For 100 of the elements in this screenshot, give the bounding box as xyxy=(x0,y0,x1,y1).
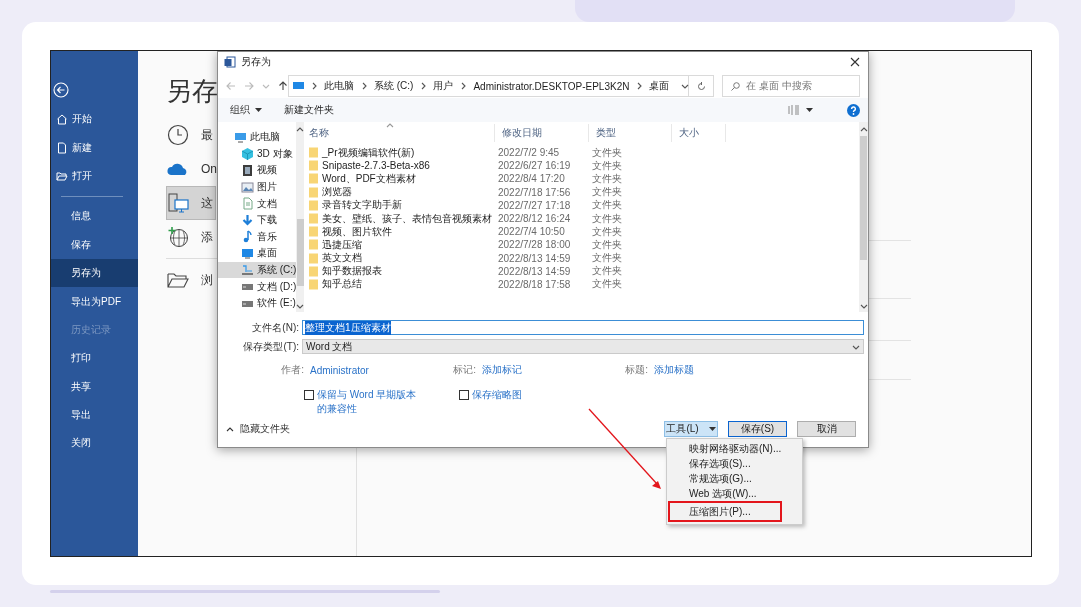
checkbox[interactable] xyxy=(304,390,314,400)
tree-item[interactable]: 音乐 xyxy=(218,228,297,246)
file-name[interactable]: 录音转文字助手新 xyxy=(302,198,495,213)
column-header[interactable]: 修改日期 xyxy=(495,124,589,142)
help-icon[interactable] xyxy=(847,103,860,117)
file-name[interactable]: 知乎总结 xyxy=(302,277,495,292)
menu-item[interactable]: Web 选项(W)... xyxy=(668,486,782,501)
save-button[interactable]: 保存(S) xyxy=(728,421,787,437)
open-icon xyxy=(56,169,68,182)
close-icon[interactable] xyxy=(850,57,860,67)
up-arrow-icon[interactable] xyxy=(278,81,288,91)
folder-icon xyxy=(309,278,318,290)
file-name[interactable]: Word、PDF文档素材 xyxy=(302,171,495,186)
location-item[interactable]: 这 xyxy=(166,186,216,220)
sidebar-item[interactable]: 打印 xyxy=(51,344,138,373)
folder-icon xyxy=(309,173,318,185)
field-label: 作者: xyxy=(281,364,304,375)
file-type-dropdown[interactable]: Word 文档 xyxy=(302,339,864,354)
breadcrumb[interactable]: 系统 (C:) xyxy=(374,79,414,93)
sidebar-item[interactable]: 保存 xyxy=(51,230,138,259)
caret-icon xyxy=(708,427,716,431)
link[interactable]: Administrator xyxy=(310,364,369,376)
file-type: 文件夹 xyxy=(591,158,623,173)
search-icon xyxy=(731,81,740,91)
video-icon xyxy=(241,164,254,177)
caret-icon[interactable] xyxy=(806,108,813,112)
tree-item[interactable]: 系统 (C:) xyxy=(218,261,297,279)
chevron-down-icon xyxy=(859,302,868,310)
new-folder-button[interactable]: 新建文件夹 xyxy=(284,103,334,117)
column-header[interactable]: 类型 xyxy=(589,124,672,142)
tree-item[interactable]: 3D 对象 xyxy=(218,145,297,163)
breadcrumb[interactable]: Administrator.DESKTOP-EPL3K2N xyxy=(473,80,630,92)
file-name[interactable]: Snipaste-2.7.3-Beta-x86 xyxy=(302,160,495,172)
refresh-button[interactable] xyxy=(689,75,714,97)
scrollbar[interactable] xyxy=(296,122,305,312)
breadcrumb[interactable]: 此电脑 xyxy=(324,79,354,93)
checkbox[interactable] xyxy=(459,390,469,400)
file-type: 文件夹 xyxy=(591,224,623,239)
tree-item[interactable]: 下载 xyxy=(218,211,297,229)
tree-item[interactable]: 视频 xyxy=(218,162,297,179)
sidebar-item[interactable]: 导出为PDF xyxy=(51,287,138,316)
menu-item[interactable]: 保存选项(S)... xyxy=(668,456,782,471)
location-item[interactable]: On xyxy=(166,152,220,186)
field-label: 标记: xyxy=(453,364,476,375)
tree-item[interactable]: 软件 (E:) xyxy=(218,294,297,312)
location-item[interactable]: 浏 xyxy=(166,263,216,297)
file-name[interactable]: 视频、图片软件 xyxy=(302,224,495,239)
hide-folders-toggle[interactable]: 隐藏文件夹 xyxy=(226,422,290,436)
filename-field[interactable]: 整理文档1压缩素材 xyxy=(302,320,864,335)
menu-item[interactable]: 常规选项(G)... xyxy=(668,471,782,486)
folder-icon xyxy=(309,147,318,159)
link[interactable]: 添加标题 xyxy=(654,364,694,375)
tree-item[interactable]: 此电脑 xyxy=(218,129,297,146)
breadcrumb[interactable]: 桌面 xyxy=(649,79,670,93)
menu-item[interactable]: 压缩图片(P)... xyxy=(668,501,782,522)
chevron-icon xyxy=(419,82,428,90)
file-name[interactable]: 浏览器 xyxy=(302,185,495,200)
file-name[interactable]: 美女、壁纸、孩子、表情包音视频素材 xyxy=(302,211,495,226)
sidebar-item[interactable]: 关闭 xyxy=(51,429,138,458)
tree-item[interactable]: 桌面 xyxy=(218,245,297,262)
field-label: 保存类型(T): xyxy=(242,339,300,354)
sidebar-item[interactable]: 信息 xyxy=(51,202,138,231)
file-date: 2022/7/4 10:50 xyxy=(497,226,566,238)
tools-button[interactable]: 工具(L) xyxy=(664,421,718,437)
file-date: 2022/7/2 9:45 xyxy=(497,147,561,159)
checkbox-label[interactable]: 保存缩略图 xyxy=(472,388,522,402)
cancel-button[interactable]: 取消 xyxy=(797,421,856,437)
column-header[interactable]: 名称 xyxy=(302,124,495,142)
tree-item[interactable]: 图片 xyxy=(218,178,297,196)
file-name[interactable]: 迅捷压缩 xyxy=(302,237,495,252)
checkbox-label[interactable]: 保留与 Word 早期版本的兼容性 xyxy=(317,388,417,416)
file-name[interactable]: 英文文档 xyxy=(302,251,495,266)
file-name[interactable]: _Pr视频编辑软件(新) xyxy=(302,145,495,160)
file-name[interactable]: 知乎数据报表 xyxy=(302,264,495,279)
scrollbar[interactable] xyxy=(859,122,868,312)
link[interactable]: 添加标记 xyxy=(482,364,522,375)
sidebar-item[interactable]: 导出 xyxy=(51,400,138,430)
sidebar-item[interactable]: 开始 xyxy=(51,105,138,134)
music-icon xyxy=(241,230,254,244)
organize-button[interactable]: 组织 xyxy=(230,103,262,117)
search-field[interactable]: 在 桌面 中搜索 xyxy=(722,75,860,97)
location-item[interactable]: 最 xyxy=(166,118,216,152)
sidebar-item[interactable]: 新建 xyxy=(51,133,138,162)
location-item[interactable]: 添 xyxy=(166,220,216,254)
sidebar-item[interactable]: 共享 xyxy=(51,372,138,401)
menu-item[interactable]: 映射网络驱动器(N)... xyxy=(668,441,782,456)
address-bar[interactable]: 此电脑 系统 (C:) 用户 Administrator.DESKTOP-EPL3K2N 桌面 xyxy=(288,75,689,97)
tree-item[interactable]: 文档 xyxy=(218,195,297,212)
recent-icon xyxy=(167,124,189,146)
column-header[interactable]: 大小 xyxy=(672,124,726,142)
sidebar-item[interactable]: 打开 xyxy=(51,161,138,191)
file-type: 文件夹 xyxy=(591,185,623,199)
file-date: 2022/6/27 16:19 xyxy=(497,160,572,172)
tree-item[interactable]: 文档 (D:) xyxy=(218,278,297,295)
monitor-icon xyxy=(234,130,247,144)
breadcrumb[interactable]: 用户 xyxy=(433,79,454,93)
back-icon[interactable] xyxy=(53,82,69,98)
computer-icon xyxy=(167,192,189,214)
chevron-icon xyxy=(360,82,368,90)
sidebar-item[interactable]: 另存为 xyxy=(51,258,138,288)
